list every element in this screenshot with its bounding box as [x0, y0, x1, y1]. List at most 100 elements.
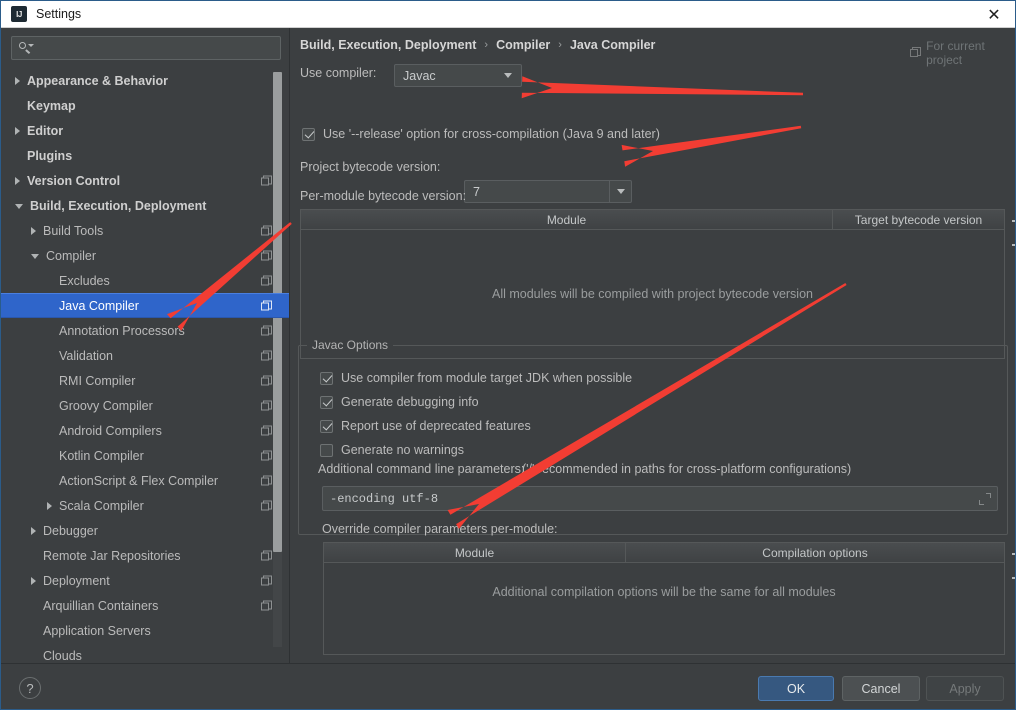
- project-scope-icon: [261, 550, 272, 561]
- override-table-col-module[interactable]: Module: [324, 543, 626, 562]
- sidebar-item-clouds[interactable]: Clouds: [1, 643, 289, 663]
- sidebar-item-java-compiler[interactable]: Java Compiler: [1, 293, 289, 318]
- sidebar-item-appearance-behavior[interactable]: Appearance & Behavior: [1, 68, 289, 93]
- apply-button[interactable]: Apply: [926, 676, 1004, 701]
- help-button[interactable]: ?: [19, 677, 41, 699]
- settings-main-panel: Build, Execution, Deployment › Compiler › Ja…: [290, 28, 1015, 663]
- sidebar-item-compiler[interactable]: Compiler: [1, 243, 289, 268]
- chevron-right-icon[interactable]: [15, 126, 20, 135]
- chevron-right-icon[interactable]: [47, 501, 52, 510]
- javac-option-checkbox[interactable]: [320, 371, 333, 385]
- javac-option-label: Generate debugging info: [341, 395, 479, 409]
- search-box[interactable]: [11, 36, 281, 60]
- sidebar-item-label: Debugger: [43, 523, 98, 538]
- sidebar-item-arquillian-containers[interactable]: Arquillian Containers: [1, 593, 289, 618]
- sidebar-item-label: Java Compiler: [59, 298, 139, 313]
- breadcrumb-item[interactable]: Java Compiler: [570, 38, 655, 52]
- release-option-label: Use '--release' option for cross-compila…: [323, 127, 660, 141]
- sidebar-item-plugins[interactable]: Plugins: [1, 143, 289, 168]
- sidebar-item-build-tools[interactable]: Build Tools: [1, 218, 289, 243]
- use-compiler-row: Use compiler:: [300, 66, 376, 80]
- project-bytecode-dropdown-button[interactable]: [609, 181, 631, 202]
- sidebar-item-version-control[interactable]: Version Control: [1, 168, 289, 193]
- override-table-empty-message: Additional compilation options will be t…: [492, 585, 836, 599]
- additional-params-label: Additional command line parameters:: [318, 462, 525, 476]
- sidebar-item-debugger[interactable]: Debugger: [1, 518, 289, 543]
- project-bytecode-row: Project bytecode version:: [300, 160, 440, 174]
- search-input[interactable]: [38, 40, 280, 56]
- chevron-right-icon[interactable]: [15, 76, 20, 85]
- additional-params-row: Additional command line parameters:: [318, 462, 524, 476]
- sidebar-item-actionscript-flex-compiler[interactable]: ActionScript & Flex Compiler: [1, 468, 289, 493]
- dialog-body: Appearance & Behavior Keymap Editor Plugins…: [1, 28, 1015, 663]
- chevron-right-icon[interactable]: [31, 526, 36, 535]
- module-table-col-module[interactable]: Module: [301, 210, 833, 229]
- sidebar-item-label: RMI Compiler: [59, 373, 136, 388]
- javac-option-label: Use compiler from module target JDK when…: [341, 371, 633, 385]
- chevron-down-icon[interactable]: [31, 254, 39, 259]
- project-scope-icon: [910, 47, 921, 59]
- module-table-col-target[interactable]: Target bytecode version: [833, 210, 1004, 229]
- additional-params-input[interactable]: [323, 490, 977, 507]
- javac-option-checkbox[interactable]: [320, 395, 333, 409]
- sidebar-item-editor[interactable]: Editor: [1, 118, 289, 143]
- sidebar-item-excludes[interactable]: Excludes: [1, 268, 289, 293]
- sidebar-item-label: Clouds: [43, 648, 82, 663]
- override-table-col-options[interactable]: Compilation options: [626, 543, 1004, 562]
- module-table-add-button[interactable]: [1006, 209, 1015, 233]
- release-option-checkbox[interactable]: [302, 127, 315, 141]
- project-scope-icon: [261, 475, 272, 486]
- sidebar-item-kotlin-compiler[interactable]: Kotlin Compiler: [1, 443, 289, 468]
- sidebar-item-label: Deployment: [43, 573, 110, 588]
- sidebar-item-keymap[interactable]: Keymap: [1, 93, 289, 118]
- project-bytecode-select[interactable]: 7: [464, 180, 632, 203]
- javac-option-row-2[interactable]: Report use of deprecated features: [320, 419, 531, 433]
- sidebar-item-validation[interactable]: Validation: [1, 343, 289, 368]
- sidebar-item-annotation-processors[interactable]: Annotation Processors: [1, 318, 289, 343]
- sidebar-item-label: Editor: [27, 123, 64, 138]
- release-option-checkbox-row[interactable]: Use '--release' option for cross-compila…: [302, 127, 660, 141]
- sidebar-item-scala-compiler[interactable]: Scala Compiler: [1, 493, 289, 518]
- module-table-remove-button[interactable]: [1006, 233, 1015, 257]
- sidebar-item-android-compilers[interactable]: Android Compilers: [1, 418, 289, 443]
- additional-params-field[interactable]: [322, 486, 998, 511]
- chevron-right-icon[interactable]: [31, 576, 36, 585]
- sidebar-item-deployment[interactable]: Deployment: [1, 568, 289, 593]
- sidebar-item-application-servers[interactable]: Application Servers: [1, 618, 289, 643]
- project-scope-icon: [261, 300, 272, 311]
- javac-option-row-0[interactable]: Use compiler from module target JDK when…: [320, 371, 632, 385]
- javac-option-row-1[interactable]: Generate debugging info: [320, 395, 479, 409]
- close-icon[interactable]: ✕: [971, 1, 1015, 28]
- chevron-down-icon[interactable]: [15, 204, 23, 209]
- sidebar-item-remote-jar-repositories[interactable]: Remote Jar Repositories: [1, 543, 289, 568]
- project-scope-icon: [261, 600, 272, 611]
- cancel-button[interactable]: Cancel: [842, 676, 920, 701]
- sidebar-item-rmi-compiler[interactable]: RMI Compiler: [1, 368, 289, 393]
- javac-option-row-3[interactable]: Generate no warnings: [320, 443, 464, 457]
- ok-button[interactable]: OK: [758, 676, 834, 701]
- use-compiler-label: Use compiler:: [300, 66, 377, 80]
- override-table-add-button[interactable]: [1006, 542, 1015, 566]
- sidebar-item-label: Arquillian Containers: [43, 598, 159, 613]
- sidebar-item-label: Build Tools: [43, 223, 104, 238]
- dialog-footer: ? OK Cancel Apply: [1, 663, 1015, 709]
- javac-option-checkbox[interactable]: [320, 419, 333, 433]
- project-bytecode-value: 7: [473, 184, 480, 199]
- override-table-remove-button[interactable]: [1006, 566, 1015, 590]
- project-scope-icon: [261, 425, 272, 436]
- chevron-right-icon[interactable]: [31, 226, 36, 235]
- use-compiler-select[interactable]: Javac: [394, 64, 522, 87]
- breadcrumb-item[interactable]: Build, Execution, Deployment: [300, 38, 476, 52]
- additional-params-hint-row: ('/' recommended in paths for cross-plat…: [522, 462, 851, 476]
- javac-option-checkbox[interactable]: [320, 443, 333, 457]
- override-table-toolbar: [1006, 542, 1015, 590]
- sidebar-item-label: Excludes: [59, 273, 110, 288]
- sidebar-item-label: Appearance & Behavior: [27, 73, 169, 88]
- sidebar-item-build-execution-deployment[interactable]: Build, Execution, Deployment: [1, 193, 289, 218]
- sidebar-item-label: Groovy Compiler: [59, 398, 153, 413]
- expand-icon[interactable]: [977, 491, 993, 507]
- breadcrumb-item[interactable]: Compiler: [496, 38, 550, 52]
- sidebar-item-groovy-compiler[interactable]: Groovy Compiler: [1, 393, 289, 418]
- chevron-right-icon[interactable]: [15, 176, 20, 185]
- sidebar-item-label: Kotlin Compiler: [59, 448, 144, 463]
